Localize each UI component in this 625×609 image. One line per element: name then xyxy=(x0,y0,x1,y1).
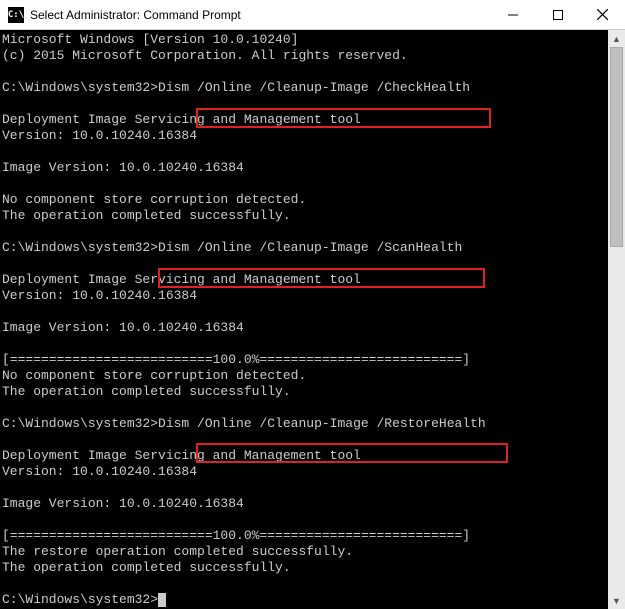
progress-bar-text: [==========================100.0%=======… xyxy=(2,352,470,367)
output-line: Deployment Image Servicing and Managemen… xyxy=(2,448,361,463)
output-line: (c) 2015 Microsoft Corporation. All righ… xyxy=(2,48,408,63)
command-text: Dism /Online /Cleanup-Image /ScanHealth xyxy=(158,240,462,255)
cmd-icon: C:\ xyxy=(8,7,24,23)
progress-bar-text: [==========================100.0%=======… xyxy=(2,528,470,543)
scroll-up-button[interactable]: ▲ xyxy=(608,30,625,47)
output-line: Microsoft Windows [Version 10.0.10240] xyxy=(2,32,298,47)
output-line: The operation completed successfully. xyxy=(2,208,291,223)
close-button[interactable] xyxy=(580,0,625,29)
prompt-path: C:\Windows\system32> xyxy=(2,592,158,607)
command-text: /Online /Cleanup-Image /CheckHealth xyxy=(197,80,470,95)
cursor xyxy=(158,593,166,607)
command-text: /Online /Cleanup-Image /RestoreHealth xyxy=(197,416,486,431)
scrollbar[interactable]: ▲ ▼ xyxy=(608,30,625,609)
minimize-button[interactable] xyxy=(490,0,535,29)
output-line: Deployment Image Servicing and Managemen… xyxy=(2,272,361,287)
maximize-button[interactable] xyxy=(535,0,580,29)
output-line: No component store corruption detected. xyxy=(2,192,306,207)
prompt-path: C:\Windows\system32> xyxy=(2,416,158,431)
command-text: Dism xyxy=(158,416,197,431)
output-line: Version: 10.0.10240.16384 xyxy=(2,128,197,143)
output-line: No component store corruption detected. xyxy=(2,368,306,383)
output-line: Image Version: 10.0.10240.16384 xyxy=(2,160,244,175)
output-line: The operation completed successfully. xyxy=(2,560,291,575)
output-line: Image Version: 10.0.10240.16384 xyxy=(2,320,244,335)
prompt-path: C:\Windows\system32> xyxy=(2,240,158,255)
titlebar[interactable]: C:\ Select Administrator: Command Prompt xyxy=(0,0,625,30)
output-line: The operation completed successfully. xyxy=(2,384,291,399)
scroll-thumb[interactable] xyxy=(610,47,623,247)
prompt-path: C:\Windows\system32> xyxy=(2,80,158,95)
output-line: Version: 10.0.10240.16384 xyxy=(2,288,197,303)
terminal-output[interactable]: Microsoft Windows [Version 10.0.10240] (… xyxy=(0,30,608,609)
command-text: Dism xyxy=(158,80,197,95)
terminal-area: Microsoft Windows [Version 10.0.10240] (… xyxy=(0,30,625,609)
output-line: Image Version: 10.0.10240.16384 xyxy=(2,496,244,511)
output-line: Version: 10.0.10240.16384 xyxy=(2,464,197,479)
output-line: Deployment Image Servicing and Managemen… xyxy=(2,112,361,127)
output-line: The restore operation completed successf… xyxy=(2,544,353,559)
window-title: Select Administrator: Command Prompt xyxy=(30,8,490,22)
scroll-down-button[interactable]: ▼ xyxy=(608,592,625,609)
